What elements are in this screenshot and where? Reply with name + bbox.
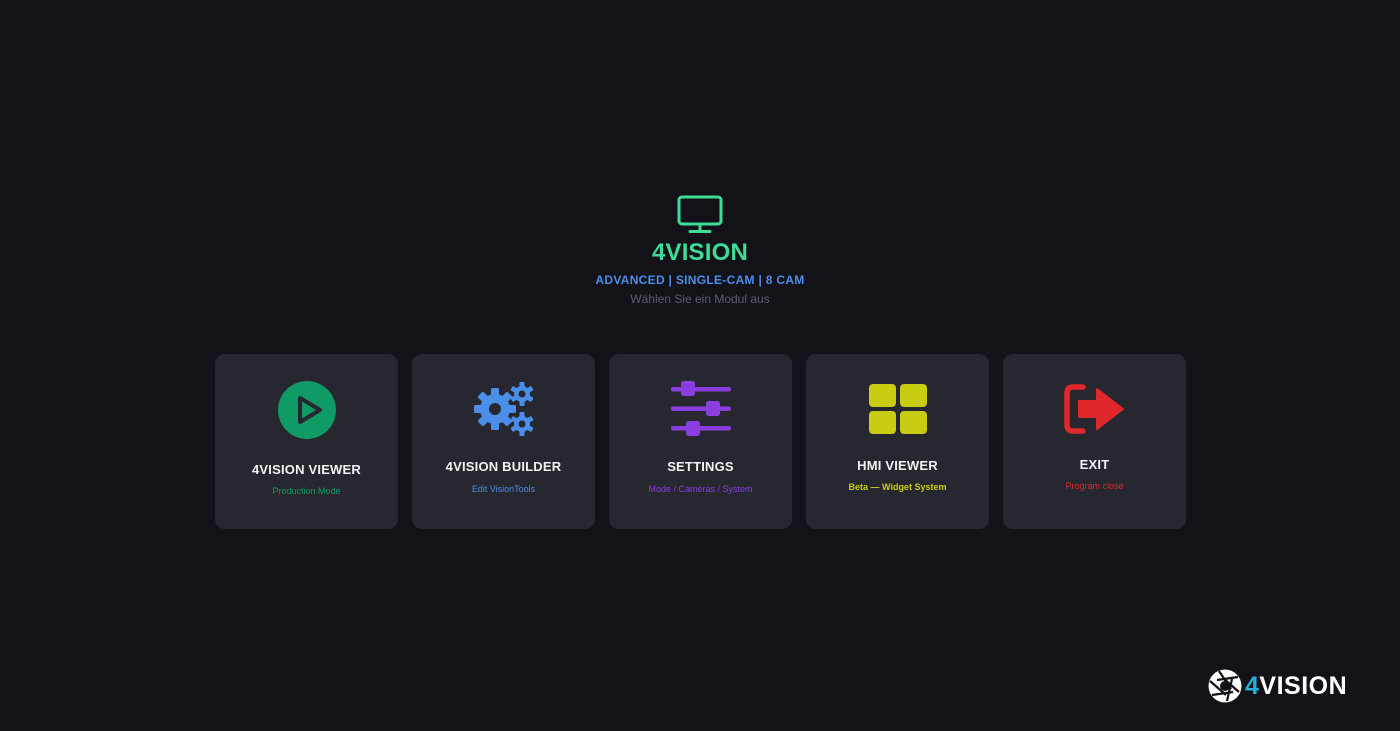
brand-name: VISION [1259, 671, 1348, 700]
exit-card[interactable]: EXIT Program close [1003, 354, 1186, 529]
viewer-label: 4VISION VIEWER [252, 462, 361, 477]
brand-logo: 4VISION [1207, 668, 1347, 704]
exit-label: EXIT [1079, 457, 1110, 472]
settings-card[interactable]: SETTINGS Mode / Cameras / System [609, 354, 792, 529]
module-cards: 4VISION VIEWER Production Mode 4VISION B… [215, 354, 1186, 529]
builder-card[interactable]: 4VISION BUILDER Edit VisionTools [412, 354, 595, 529]
sliders-icon [670, 381, 731, 436]
select-module-hint: Wählen Sie ein Modul aus [630, 292, 770, 306]
header: 4VISION ADVANCED | SINGLE-CAM | 8 CAM Wä… [0, 192, 1400, 306]
play-icon [277, 381, 336, 439]
settings-subtitle: Mode / Cameras / System [648, 484, 753, 494]
hmi-viewer-label: HMI VIEWER [857, 458, 938, 473]
edition-info: ADVANCED | SINGLE-CAM | 8 CAM [595, 273, 805, 287]
app-title: 4VISION [651, 239, 749, 266]
grid-icon [868, 384, 927, 434]
gears-icon [473, 382, 533, 436]
brand-wordmark: 4VISION [1245, 672, 1347, 701]
exit-icon [1063, 384, 1124, 434]
builder-subtitle: Edit VisionTools [471, 484, 536, 494]
hmi-viewer-card[interactable]: HMI VIEWER Beta — Widget System [806, 354, 989, 529]
builder-label: 4VISION BUILDER [445, 459, 562, 474]
main-menu-screen: 4VISION ADVANCED | SINGLE-CAM | 8 CAM Wä… [0, 0, 1400, 731]
settings-label: SETTINGS [667, 459, 734, 474]
aperture-icon [1208, 669, 1242, 703]
viewer-card[interactable]: 4VISION VIEWER Production Mode [215, 354, 398, 529]
monitor-icon [677, 195, 723, 233]
exit-subtitle: Program close [1065, 481, 1124, 491]
brand-prefix: 4 [1245, 671, 1260, 700]
hmi-viewer-subtitle: Beta — Widget System [848, 482, 947, 492]
viewer-subtitle: Production Mode [272, 486, 341, 496]
